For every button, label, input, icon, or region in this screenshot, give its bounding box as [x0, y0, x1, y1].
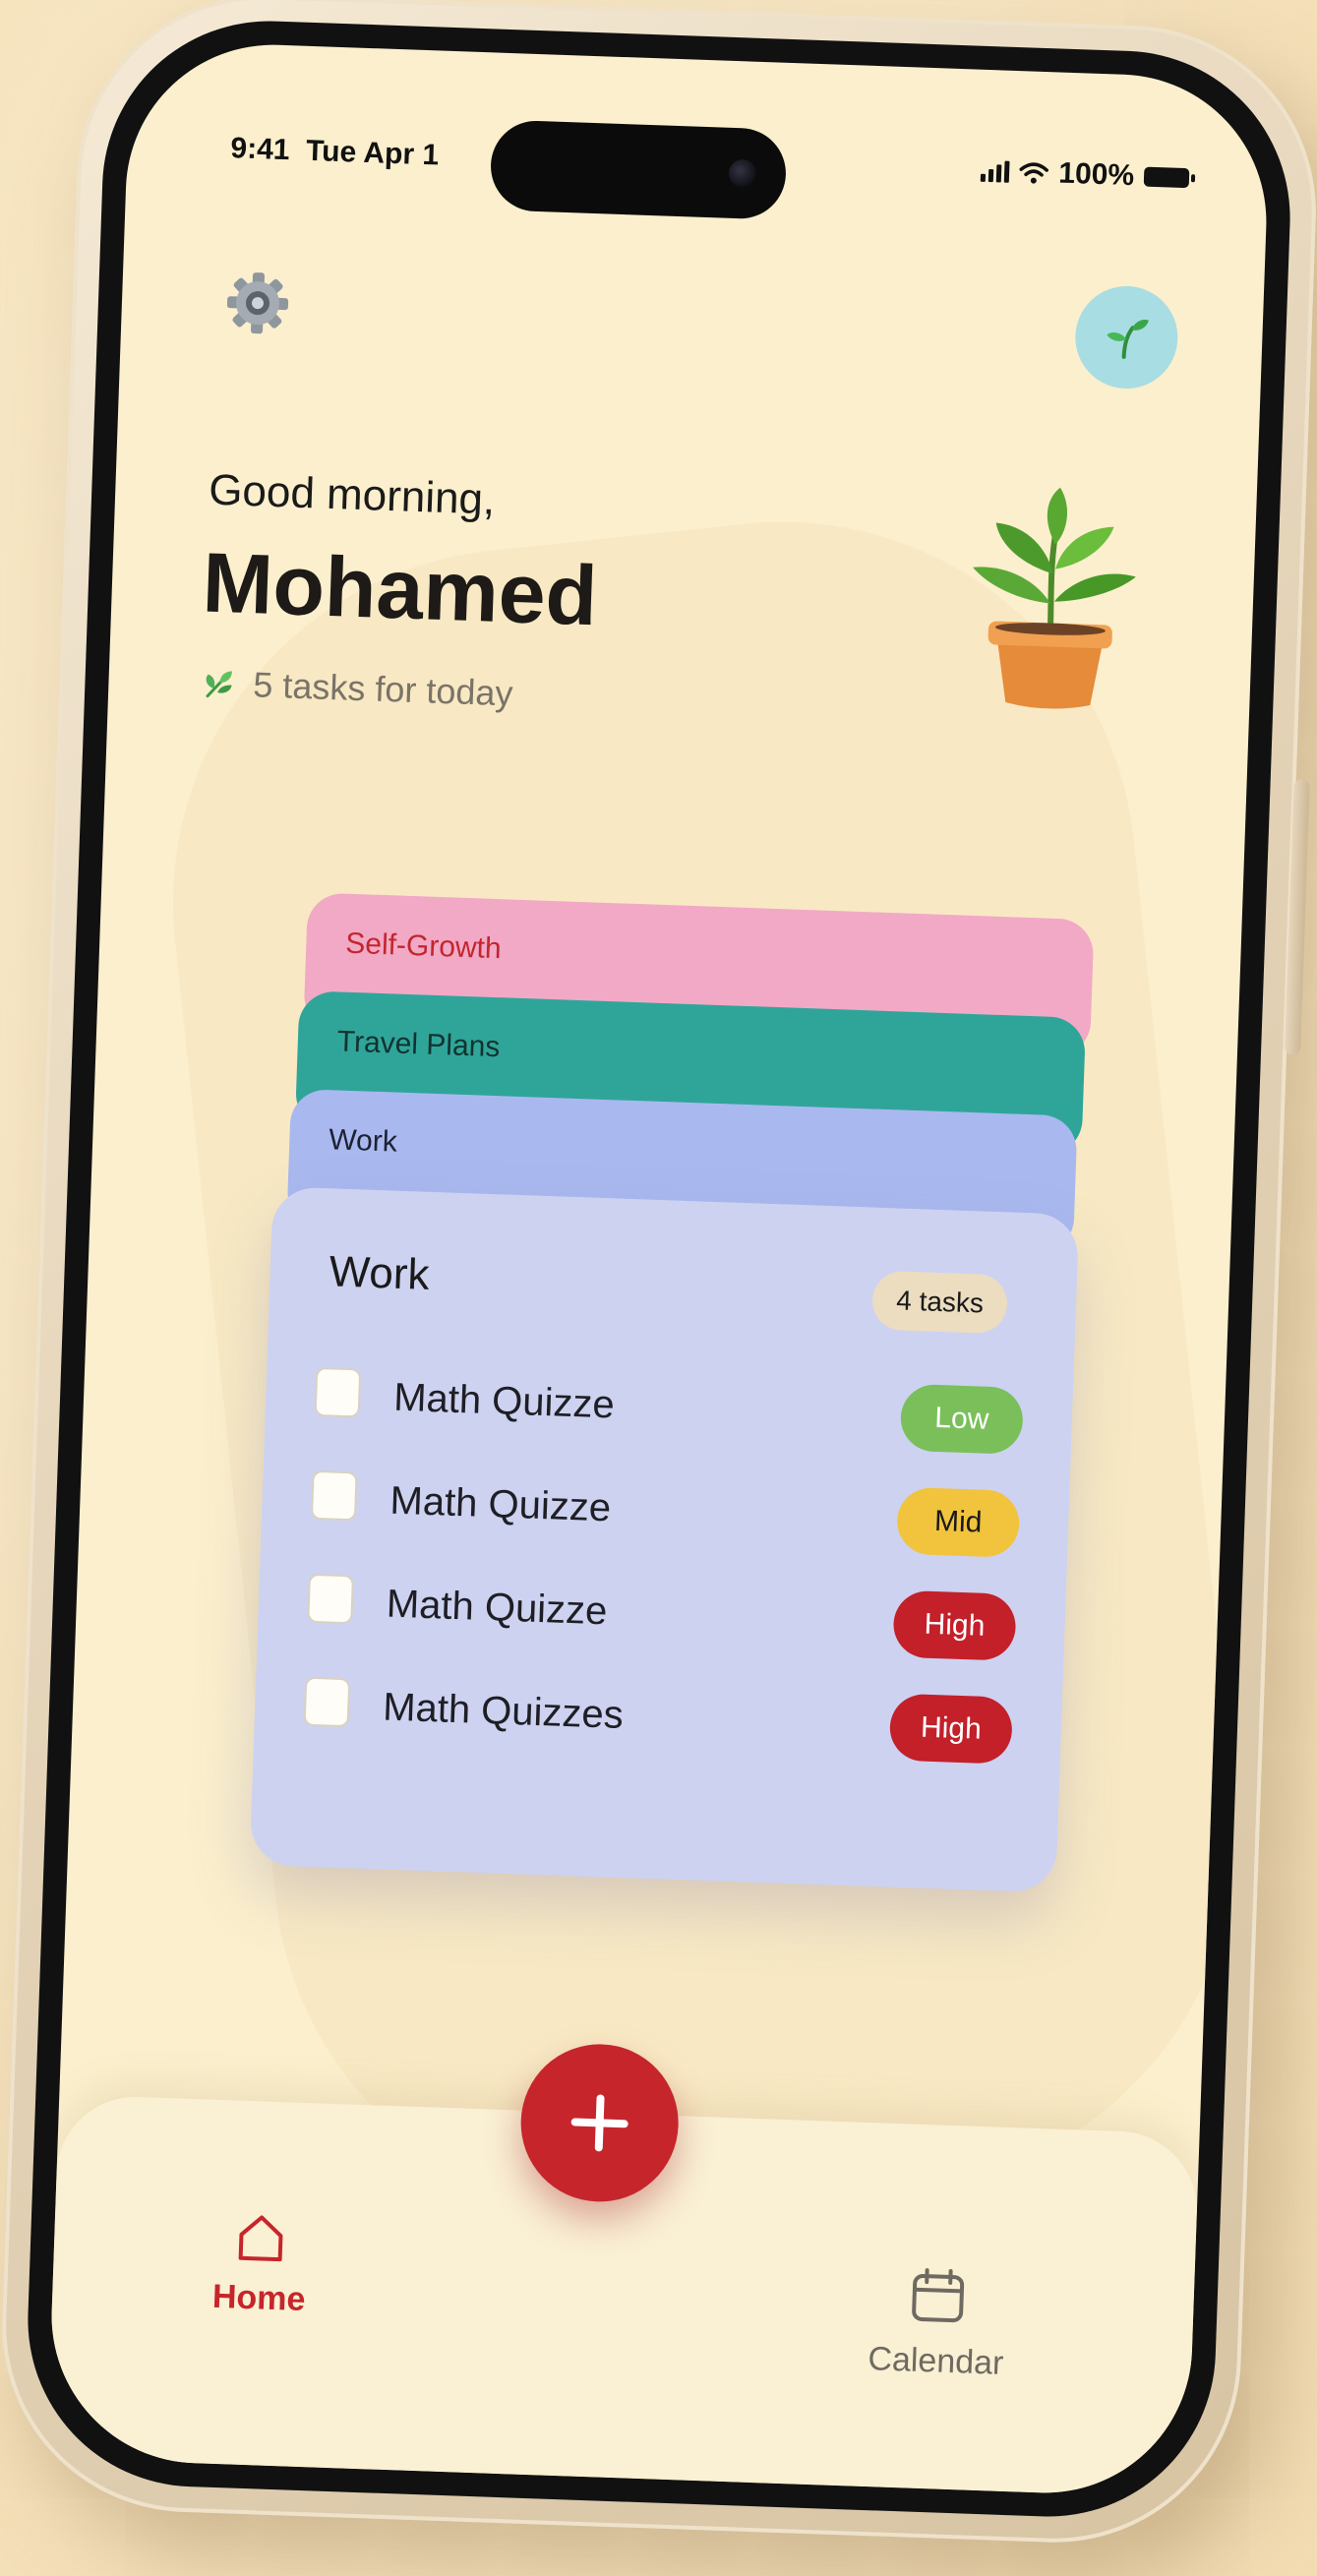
task-list-title: Work [328, 1247, 431, 1299]
task-row[interactable]: Math Quizze High [307, 1562, 1017, 1665]
gear-icon[interactable] [224, 270, 291, 336]
priority-badge: Low [899, 1383, 1025, 1455]
task-checkbox[interactable] [303, 1676, 351, 1728]
priority-badge: Mid [896, 1486, 1021, 1558]
dynamic-island [489, 119, 788, 220]
task-list-card: Work 4 tasks Math Quizze Low Math Quizze… [249, 1186, 1080, 1893]
task-row[interactable]: Math Quizzes High [303, 1665, 1014, 1768]
status-time: 9:41 Tue Apr 1 [229, 132, 440, 172]
signal-icon [981, 160, 1010, 183]
task-name: Math Quizze [386, 1582, 609, 1634]
task-row[interactable]: Math Quizze Mid [310, 1459, 1021, 1562]
app-screen: 9:41 Tue Apr 1 100% Good morning, Mohame… [46, 39, 1272, 2498]
status-indicators: 100% [981, 154, 1190, 195]
task-name: Math Quizze [389, 1478, 612, 1530]
task-checkbox[interactable] [310, 1469, 358, 1522]
sprout-icon [1107, 319, 1149, 359]
nav-item-calendar[interactable]: Calendar [857, 2262, 1018, 2384]
task-name: Math Quizzes [382, 1685, 625, 1737]
task-checkbox[interactable] [307, 1573, 354, 1625]
plus-icon [570, 2094, 629, 2152]
task-name: Math Quizze [392, 1375, 616, 1427]
battery-percent: 100% [1057, 156, 1135, 193]
user-name: Mohamed [201, 535, 599, 644]
potted-plant-illustration [973, 487, 1136, 709]
priority-badge: High [888, 1693, 1014, 1765]
camera-icon [728, 158, 757, 188]
battery-icon [1143, 166, 1190, 189]
nav-item-home[interactable]: Home [200, 2207, 322, 2319]
phone-mockup: 9:41 Tue Apr 1 100% Good morning, Mohame… [0, 0, 1317, 2549]
wifi-icon [1019, 162, 1049, 184]
nav-label-calendar: Calendar [867, 2340, 1005, 2382]
task-count-badge: 4 tasks [871, 1270, 1008, 1335]
task-row[interactable]: Math Quizze Low [314, 1355, 1025, 1459]
task-checkbox[interactable] [314, 1366, 362, 1418]
category-label: Travel Plans [336, 1025, 501, 1064]
avatar[interactable] [1073, 284, 1180, 390]
nav-label-home: Home [211, 2277, 307, 2319]
status-date: Tue Apr 1 [305, 134, 440, 172]
category-label: Work [328, 1123, 398, 1159]
category-label: Self-Growth [344, 927, 503, 966]
greeting-text: Good morning, [208, 465, 497, 524]
calendar-icon [912, 2268, 965, 2323]
home-icon [238, 2215, 283, 2262]
priority-badge: High [892, 1589, 1017, 1661]
leaf-icon [206, 671, 232, 698]
